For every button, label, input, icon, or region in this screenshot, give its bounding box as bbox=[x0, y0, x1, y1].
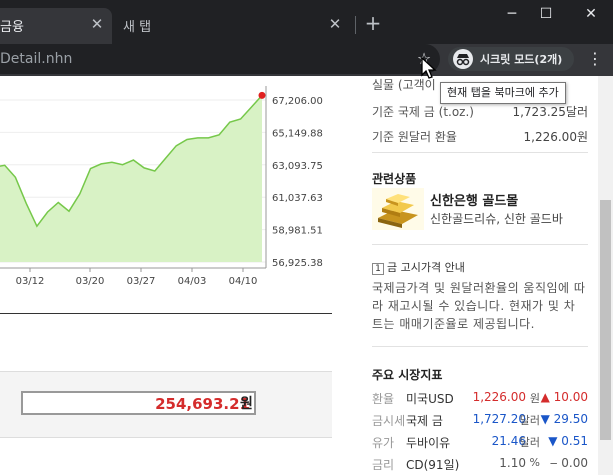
address-bar[interactable]: Detail.nhn ☆ bbox=[0, 44, 440, 74]
divider bbox=[372, 244, 588, 245]
calculator-result-field[interactable]: 254,693.21 bbox=[21, 391, 256, 415]
new-tab-button[interactable]: + bbox=[361, 12, 385, 36]
mouse-cursor-icon bbox=[421, 56, 437, 79]
calculator-result-value: 254,693.21 bbox=[155, 395, 250, 413]
notice-body: 국제금가격 및 원달러환율의 움직임에 따라 재고시될 수 있습니다. 현재가 … bbox=[372, 281, 586, 331]
indicator-name: 국제 금 bbox=[406, 414, 443, 428]
chart-area bbox=[0, 95, 262, 262]
related-products-title: 관련상품 bbox=[372, 172, 417, 186]
calculator-unit: 원 bbox=[240, 396, 253, 412]
related-product-name[interactable]: 신한은행 골드몰 bbox=[430, 190, 518, 209]
x-tick-label: 03/20 bbox=[76, 276, 105, 287]
indicator-change: ‒ 0.00 bbox=[549, 456, 588, 470]
indicator-row[interactable]: 유가 두바이유 21.46 달러 ▼ 0.51 bbox=[372, 434, 588, 454]
y-tick-label: 61,037.63 bbox=[272, 193, 323, 204]
related-product-desc[interactable]: 신한골드리슈, 신한 골드바 bbox=[430, 210, 563, 227]
incognito-icon bbox=[453, 49, 473, 69]
x-tick-label: 04/03 bbox=[178, 276, 207, 287]
indicator-row[interactable]: 금리 CD(91일) 1.10% ‒ 0.00 bbox=[372, 456, 588, 475]
tab-title: 금융 bbox=[0, 20, 24, 35]
indicator-change: ▲ 10.00 bbox=[540, 390, 588, 404]
y-tick-label: 56,925.38 bbox=[272, 258, 323, 269]
indicator-category: 금리 bbox=[372, 458, 395, 472]
notice-title: 금 고시가격 안내 bbox=[387, 261, 465, 274]
tab-strip: 금융 ✕ 새 탭 ✕ + ─ ☐ ✕ bbox=[0, 0, 613, 44]
incognito-button[interactable]: 시크릿 모드(2개) bbox=[448, 47, 574, 71]
row-label: 기준 국제 금 (t.oz.) bbox=[372, 105, 474, 119]
indicator-row[interactable]: 환율 미국USD 1,226.00 원 ▲ 10.00 bbox=[372, 390, 588, 410]
price-chart: 67,206.00 65,149.88 63,093.75 61,037.63 58,9… bbox=[0, 86, 323, 287]
row-label: 기준 원달러 환율 bbox=[372, 130, 457, 144]
incognito-label: 시크릿 모드(2개) bbox=[480, 53, 563, 66]
y-tick-label: 67,206.00 bbox=[272, 96, 323, 107]
divider bbox=[372, 152, 588, 153]
price-row-exchange: 기준 원달러 환율 1,226.00원 bbox=[372, 128, 588, 148]
price-row-international: 기준 국제 금 (t.oz.) 1,723.25달러 bbox=[372, 103, 588, 123]
row-value: 1,723.25달러 bbox=[512, 105, 588, 119]
chart-last-point-marker bbox=[258, 91, 266, 99]
gold-bar-icon[interactable] bbox=[372, 188, 424, 230]
indicator-value: 1,727.20 bbox=[472, 412, 526, 426]
tab-finance[interactable]: 금융 ✕ bbox=[0, 8, 112, 44]
y-tick-label: 63,093.75 bbox=[272, 161, 323, 172]
indicator-change: ▼ 0.51 bbox=[548, 434, 588, 448]
indicator-name: 두바이유 bbox=[406, 436, 451, 450]
x-tick-label: 04/10 bbox=[229, 276, 258, 287]
notice-heading: 1금 고시가격 안내 bbox=[372, 259, 465, 275]
indicator-name: CD(91일) bbox=[406, 458, 460, 472]
calculator-box: 254,693.21 원 bbox=[0, 371, 332, 438]
indicator-value: 1,226.00 bbox=[472, 390, 526, 404]
market-indicators-title: 주요 시장지표 bbox=[372, 368, 443, 382]
page-content: 67,206.00 65,149.88 63,093.75 61,037.63 58,9… bbox=[0, 76, 598, 475]
x-tick-label: 03/12 bbox=[16, 276, 45, 287]
close-icon[interactable]: ✕ bbox=[325, 14, 345, 34]
indicator-change: ▼ 29.50 bbox=[540, 412, 588, 426]
tab-title: 새 탭 bbox=[123, 20, 152, 35]
indicator-unit: % bbox=[529, 456, 540, 469]
bookmark-tooltip: 현재 탭을 북마크에 추가 bbox=[440, 82, 566, 104]
menu-icon[interactable]: ⋮ bbox=[586, 47, 604, 71]
indicator-unit: 달러 bbox=[519, 414, 540, 427]
tab-new[interactable]: 새 탭 ✕ bbox=[113, 8, 353, 44]
window-close-button[interactable]: ✕ bbox=[571, 2, 611, 26]
indicator-category: 금시세 bbox=[372, 414, 406, 428]
row-value: 1,226.00원 bbox=[523, 130, 588, 144]
indicator-unit: 원 bbox=[529, 392, 540, 405]
indicator-name: 미국USD bbox=[406, 392, 454, 406]
indicator-category: 유가 bbox=[372, 436, 395, 450]
indicator-value: 1.10 bbox=[499, 456, 526, 470]
indicator-category: 환율 bbox=[372, 392, 395, 406]
scrollbar-thumb[interactable] bbox=[600, 200, 611, 440]
tab-separator bbox=[355, 16, 356, 34]
notice-number: 1 bbox=[372, 263, 384, 275]
close-icon[interactable]: ✕ bbox=[87, 14, 107, 34]
indicator-row[interactable]: 금시세 국제 금 1,727.20 달러 ▼ 29.50 bbox=[372, 412, 588, 432]
maximize-button[interactable]: ☐ bbox=[526, 2, 566, 26]
url-text: Detail.nhn bbox=[0, 51, 73, 67]
browser-toolbar: Detail.nhn ☆ 시크릿 모드(2개) ⋮ bbox=[0, 44, 613, 76]
y-tick-label: 58,981.51 bbox=[272, 226, 323, 237]
divider bbox=[372, 346, 588, 347]
indicator-unit: 달러 bbox=[519, 436, 540, 449]
x-tick-label: 03/27 bbox=[127, 276, 156, 287]
chart-divider bbox=[0, 313, 332, 314]
y-tick-label: 65,149.88 bbox=[272, 128, 323, 139]
